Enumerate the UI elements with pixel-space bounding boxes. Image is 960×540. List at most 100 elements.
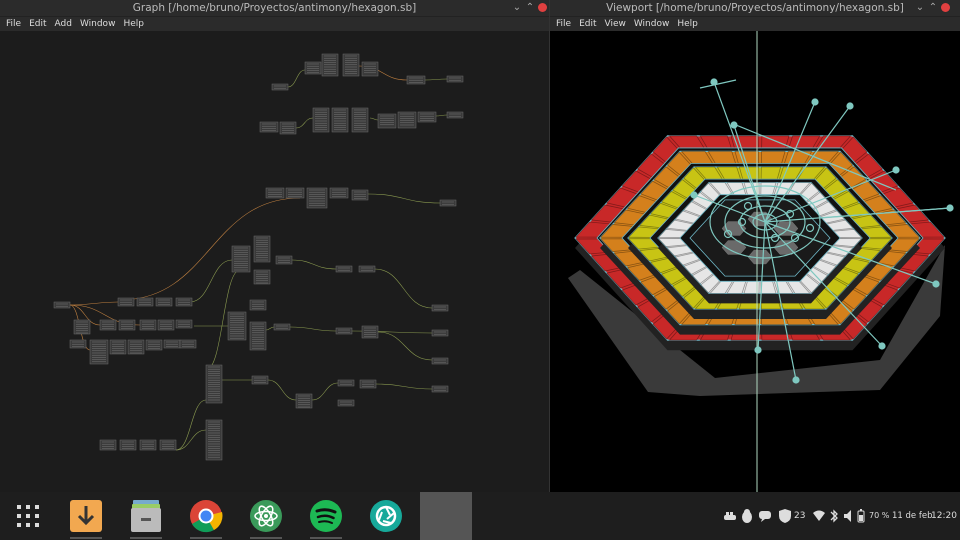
menu-help[interactable]: Help (673, 17, 702, 31)
control-handle[interactable] (892, 166, 900, 174)
graph-node[interactable] (231, 245, 251, 273)
graph-node[interactable] (69, 339, 87, 349)
graph-node[interactable] (359, 379, 377, 389)
graph-node[interactable] (295, 393, 313, 409)
battery-icon[interactable] (857, 509, 865, 540)
docker-icon[interactable] (722, 508, 738, 540)
graph-node[interactable] (155, 297, 173, 307)
atom-icon[interactable] (248, 498, 284, 534)
graph-node[interactable] (431, 329, 449, 337)
graph-node[interactable] (127, 339, 145, 355)
menu-window[interactable]: Window (76, 17, 120, 31)
graph-node[interactable] (136, 297, 154, 307)
graph-node[interactable] (446, 75, 464, 83)
graph-node[interactable] (361, 325, 379, 339)
chrome-icon[interactable] (188, 498, 224, 534)
graph-node[interactable] (431, 357, 449, 365)
control-handle[interactable] (878, 342, 886, 350)
chat-icon[interactable] (758, 509, 772, 540)
graph-node[interactable] (377, 113, 397, 129)
volume-icon[interactable] (843, 508, 855, 540)
control-handle[interactable] (754, 346, 762, 354)
graph-node[interactable] (139, 319, 157, 331)
graph-node[interactable] (337, 399, 355, 407)
control-handle[interactable] (846, 102, 854, 110)
menu-add[interactable]: Add (51, 17, 76, 31)
graph-node[interactable] (249, 321, 267, 351)
graph-node[interactable] (306, 187, 328, 209)
menu-view[interactable]: View (601, 17, 630, 31)
graph-node[interactable] (361, 61, 379, 77)
graph-node[interactable] (118, 319, 136, 331)
graph-node[interactable] (205, 364, 223, 404)
graph-node[interactable] (157, 319, 175, 331)
graph-node[interactable] (99, 319, 117, 331)
graph-node[interactable] (417, 111, 437, 123)
control-handle[interactable] (932, 280, 940, 288)
graph-node[interactable] (285, 187, 305, 199)
graph-node[interactable] (265, 187, 285, 199)
menu-edit[interactable]: Edit (575, 17, 600, 31)
graph-node[interactable] (397, 111, 417, 129)
graph-node[interactable] (205, 419, 223, 461)
graph-node[interactable] (351, 107, 369, 133)
penguin-icon[interactable] (740, 508, 754, 540)
graph-node[interactable] (99, 439, 117, 451)
graph-node[interactable] (251, 375, 269, 385)
graph-node[interactable] (446, 111, 464, 119)
graph-node[interactable] (179, 339, 197, 349)
download-icon[interactable] (68, 498, 104, 534)
graph-node[interactable] (163, 339, 181, 349)
graph-node[interactable] (227, 311, 247, 341)
maximize-icon[interactable]: ⌃ (524, 0, 536, 16)
menu-file[interactable]: File (552, 17, 575, 31)
graph-node[interactable] (279, 121, 297, 135)
graph-node[interactable] (139, 439, 157, 451)
graph-node[interactable] (253, 235, 271, 263)
graph-node[interactable] (175, 297, 193, 307)
date-label[interactable]: 11 de feb (892, 492, 932, 540)
graph-node[interactable] (331, 107, 349, 133)
graph-node[interactable] (159, 439, 177, 451)
graph-node[interactable] (73, 319, 91, 335)
graph-node[interactable] (145, 339, 163, 351)
graph-node[interactable] (439, 199, 457, 207)
graph-node[interactable] (304, 61, 322, 75)
control-handle[interactable] (811, 98, 819, 106)
graph-node[interactable] (117, 297, 135, 307)
graph-node[interactable] (321, 53, 339, 77)
graph-node[interactable] (406, 75, 426, 85)
graph-node[interactable] (273, 323, 291, 331)
graph-node[interactable] (249, 299, 267, 311)
bluetooth-icon[interactable] (829, 508, 839, 540)
menu-edit[interactable]: Edit (25, 17, 50, 31)
3d-viewport-canvas[interactable] (550, 31, 960, 492)
graph-node[interactable] (335, 327, 353, 335)
menu-file[interactable]: File (2, 17, 25, 31)
graph-node[interactable] (119, 439, 137, 451)
graph-node[interactable] (358, 265, 376, 273)
clock[interactable]: 12:20 (931, 492, 957, 540)
minimize-icon[interactable]: ⌄ (511, 0, 523, 16)
shield-icon[interactable] (778, 508, 792, 540)
graph-node[interactable] (337, 379, 355, 387)
graph-node[interactable] (275, 255, 293, 265)
minimize-icon[interactable]: ⌄ (914, 0, 926, 16)
control-handle[interactable] (792, 376, 800, 384)
graph-node[interactable] (329, 187, 349, 199)
graph-node[interactable] (109, 339, 127, 355)
menu-help[interactable]: Help (119, 17, 148, 31)
spotify-icon[interactable] (308, 498, 344, 534)
graph-node[interactable] (175, 319, 193, 329)
grid-icon[interactable] (10, 498, 46, 534)
graph-node[interactable] (351, 189, 369, 201)
graph-node[interactable] (431, 304, 449, 312)
graph-node[interactable] (89, 339, 109, 365)
maximize-icon[interactable]: ⌃ (927, 0, 939, 16)
graph-node[interactable] (342, 53, 360, 77)
graph-node[interactable] (431, 385, 449, 393)
files-icon[interactable] (128, 498, 164, 534)
menu-window[interactable]: Window (630, 17, 674, 31)
graph-node[interactable] (271, 83, 289, 91)
control-handle[interactable] (690, 191, 698, 199)
